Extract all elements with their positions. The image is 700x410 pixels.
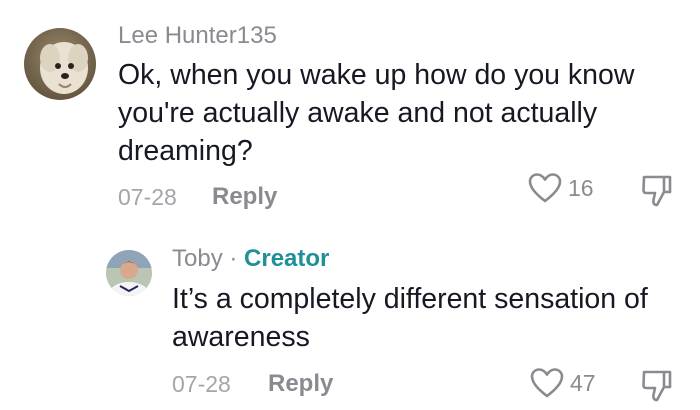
thumbs-down-icon [642,175,672,207]
dog-avatar-icon[interactable] [24,28,96,100]
reply-like-count: 47 [570,369,596,396]
reply-button[interactable]: Reply [212,183,277,211]
comment-item: Lee Hunter135 Ok, when you wake up how d… [0,0,700,230]
like-count: 16 [568,174,594,201]
reply-reply-button[interactable]: Reply [268,370,333,398]
comment-text: Ok, when you wake up how do you know you… [118,59,635,167]
reply-author-name[interactable]: Toby [172,245,223,272]
creator-badge: Creator [244,245,330,272]
reply-date: 07-28 [172,371,231,397]
reply-comment-item: Toby · Creator It’s a completely differe… [0,230,700,410]
like-button[interactable]: 16 [528,172,594,204]
separator-dot: · [222,245,245,272]
reply-like-button[interactable]: 47 [530,367,596,399]
reply-text: It’s a completely different sensation of… [172,283,648,353]
comment-username[interactable]: Lee Hunter135 [118,22,277,50]
person-avatar-icon[interactable] [106,250,152,296]
heart-icon [528,173,562,203]
reply-dislike-button[interactable] [640,367,674,408]
comment-date: 07-28 [118,184,177,210]
heart-icon [530,368,564,398]
reply-username[interactable]: Toby · Creator [172,245,329,273]
dislike-button[interactable] [640,172,674,213]
thumbs-down-icon [642,370,672,402]
